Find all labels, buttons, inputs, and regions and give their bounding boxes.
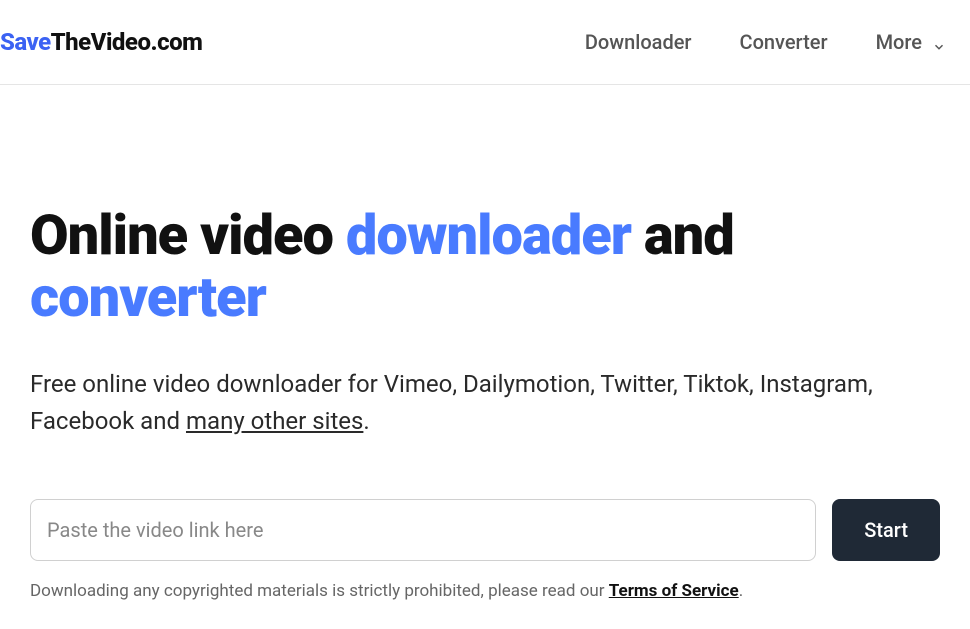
chevron-down-icon	[932, 35, 946, 49]
video-url-input[interactable]	[30, 499, 816, 561]
hero-title-part1: Online video	[30, 202, 346, 268]
nav-more[interactable]: More	[876, 30, 946, 54]
start-button[interactable]: Start	[832, 499, 940, 561]
nav-downloader[interactable]: Downloader	[585, 30, 692, 54]
hero-subtitle-part2: .	[363, 407, 369, 435]
nav-converter-label: Converter	[740, 30, 828, 54]
nav-converter[interactable]: Converter	[740, 30, 828, 54]
nav: Downloader Converter More	[585, 30, 970, 54]
hero-title: Online video downloader and converter	[30, 205, 940, 328]
main: Online video downloader and converter Fr…	[0, 85, 970, 601]
disclaimer-suffix: .	[739, 581, 743, 601]
hero-title-accent2: converter	[30, 264, 266, 330]
header: SaveTheVideo.com Downloader Converter Mo…	[0, 0, 970, 85]
hero-subtitle-part1: Free online video downloader for Vimeo, …	[30, 370, 873, 435]
disclaimer-text: Downloading any copyrighted materials is…	[30, 581, 609, 601]
logo-part-thevideo: TheVideo	[51, 28, 151, 56]
hero-subtitle: Free online video downloader for Vimeo, …	[30, 366, 940, 440]
hero-title-accent1: downloader	[346, 202, 631, 268]
nav-downloader-label: Downloader	[585, 30, 692, 54]
input-row: Start	[30, 499, 940, 561]
terms-of-service-link[interactable]: Terms of Service	[609, 581, 739, 601]
disclaimer: Downloading any copyrighted materials is…	[30, 581, 940, 601]
hero-title-part2: and	[631, 202, 734, 268]
many-other-sites-link[interactable]: many other sites	[186, 407, 363, 435]
nav-more-label: More	[876, 30, 922, 54]
logo[interactable]: SaveTheVideo.com	[0, 28, 202, 56]
logo-part-com: .com	[150, 28, 202, 56]
logo-part-save: Save	[0, 28, 51, 56]
